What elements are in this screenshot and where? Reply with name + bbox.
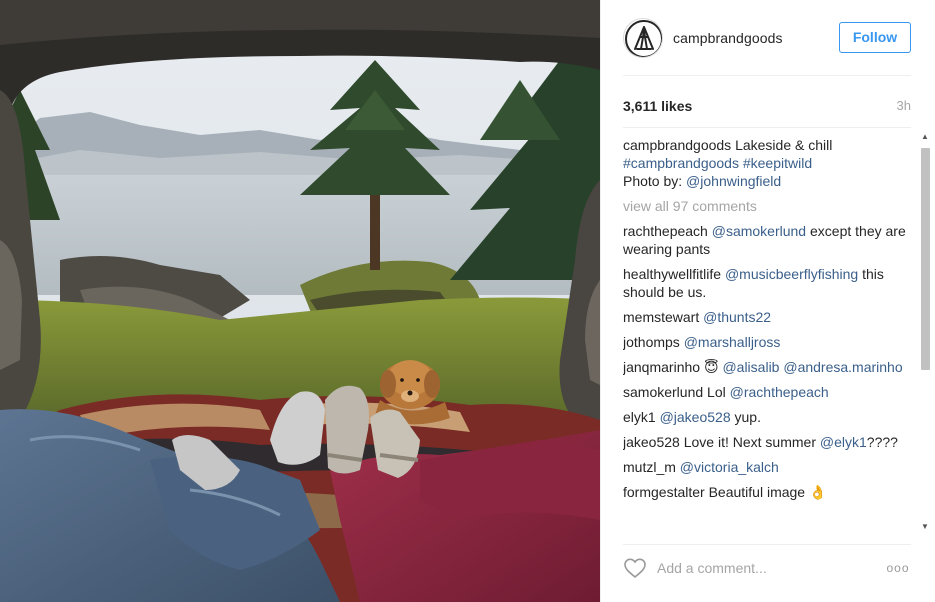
comment-user[interactable]: rachthepeach [623, 223, 708, 239]
comment-user[interactable]: healthywellfitlife [623, 266, 721, 282]
comment-text: Beautiful image [708, 484, 806, 500]
heart-icon[interactable] [623, 557, 647, 579]
comment-item: samokerlund Lol @rachthepeach [623, 383, 913, 401]
comment-user[interactable]: mutzl_m [623, 459, 676, 475]
comment-mention[interactable]: @elyk1 [820, 434, 867, 450]
comment-user[interactable]: janqmarinho [623, 359, 700, 375]
comment-item: elyk1 @jakeo528 yup. [623, 408, 913, 426]
add-comment-input[interactable] [657, 557, 867, 579]
comment-text: Love it! Next summer [683, 434, 816, 450]
scroll-up-arrow-icon[interactable]: ▲ [920, 132, 930, 142]
comment-footer: ooo [623, 544, 911, 590]
caption: campbrandgoods Lakeside & chill #campbra… [623, 136, 913, 190]
post-photo[interactable] [0, 0, 600, 602]
post-username[interactable]: campbrandgoods [673, 30, 783, 46]
comment-user[interactable]: jothomps [623, 334, 680, 350]
caption-text: Lakeside & chill [735, 137, 833, 153]
comment-mention[interactable]: @rachthepeach [730, 384, 829, 400]
comment-mention[interactable]: @samokerlund [712, 223, 806, 239]
comments-scrollbar[interactable]: ▲ ▼ [918, 130, 932, 534]
comment-user[interactable]: samokerlund [623, 384, 703, 400]
comment-item: rachthepeach @samokerlund except they ar… [623, 222, 913, 258]
comment-mention[interactable]: @musicbeerflyfishing [725, 266, 858, 282]
view-all-comments-link[interactable]: view all 97 comments [623, 197, 921, 215]
likes-count[interactable]: 3,611 likes [623, 98, 692, 114]
caption-hashtags[interactable]: #campbrandgoods #keepitwild [623, 155, 812, 171]
photo-illustration [0, 0, 600, 602]
scroll-down-arrow-icon[interactable]: ▼ [920, 522, 930, 532]
comment-emoji: 👌 [809, 484, 827, 500]
comment-mention[interactable]: @alisalib @andresa.marinho [722, 359, 902, 375]
comment-user[interactable]: memstewart [623, 309, 699, 325]
comment-mention[interactable]: @marshalljross [684, 334, 781, 350]
comment-item: formgestalter Beautiful image 👌 [623, 483, 913, 501]
caption-credit-prefix: Photo by: [623, 173, 683, 189]
comment-mention[interactable]: @victoria_kalch [680, 459, 779, 475]
scroll-thumb[interactable] [921, 148, 930, 370]
more-options-icon[interactable]: ooo [885, 557, 911, 579]
comment-item: janqmarinho 😇 @alisalib @andresa.marinho [623, 358, 913, 376]
tent-logo-icon[interactable] [623, 18, 663, 58]
post-details-panel: campbrandgoods Follow 3,611 likes 3h cam… [600, 0, 935, 602]
comment-text: ???? [866, 434, 898, 450]
comment-text: yup. [734, 409, 761, 425]
post-header: campbrandgoods Follow [623, 18, 911, 76]
avatar-logo-icon [625, 20, 662, 57]
caption-credit-user[interactable]: @johnwingfield [686, 173, 781, 189]
comment-user[interactable]: elyk1 [623, 409, 656, 425]
caption-user[interactable]: campbrandgoods [623, 137, 731, 153]
comment-item: jothomps @marshalljross [623, 333, 913, 351]
comment-emoji: 😇 [703, 359, 719, 375]
comment-mention[interactable]: @thunts22 [703, 309, 771, 325]
comment-user[interactable]: jakeo528 [623, 434, 680, 450]
comment-mention[interactable]: @jakeo528 [660, 409, 731, 425]
comment-user[interactable]: formgestalter [623, 484, 705, 500]
follow-button[interactable]: Follow [839, 22, 911, 53]
post-meta-row: 3,611 likes 3h [623, 98, 911, 128]
post-time[interactable]: 3h [897, 98, 911, 113]
comment-item: healthywellfitlife @musicbeerflyfishing … [623, 265, 913, 301]
comment-item: mutzl_m @victoria_kalch [623, 458, 913, 476]
comments-list[interactable]: campbrandgoods Lakeside & chill #campbra… [623, 136, 921, 534]
comment-text: Lol [707, 384, 726, 400]
comment-item: memstewart @thunts22 [623, 308, 913, 326]
comment-item: jakeo528 Love it! Next summer @elyk1???? [623, 433, 913, 451]
